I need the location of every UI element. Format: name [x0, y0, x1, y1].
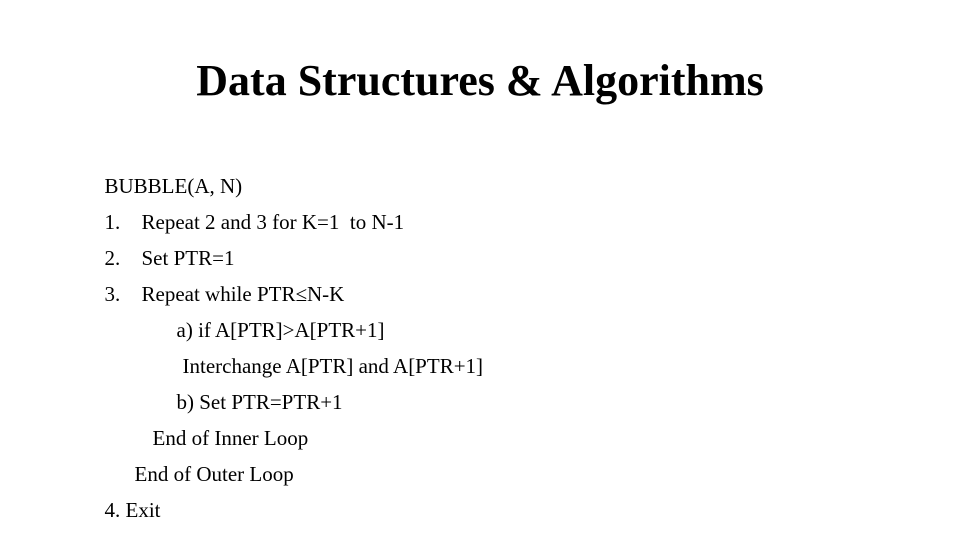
slide-title: Data Structures & Algorithms	[196, 56, 764, 105]
step-number: 3.	[104, 282, 121, 306]
step-4: 4. Exit	[104, 498, 161, 522]
